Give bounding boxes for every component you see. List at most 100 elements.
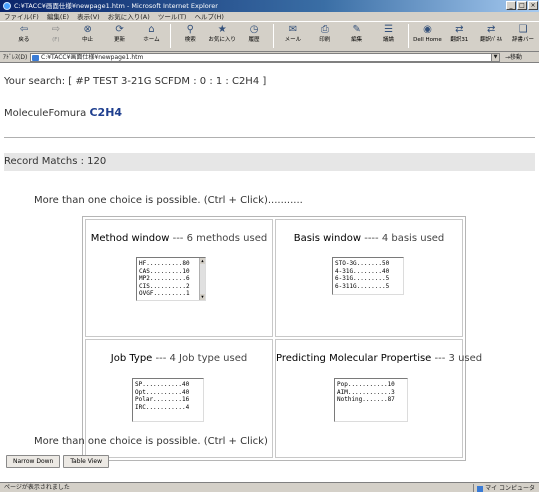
method-panel: Method window --- 6 methods used HF.....… bbox=[85, 219, 273, 337]
formula-label: MoleculeFomura bbox=[4, 108, 87, 119]
list-option[interactable]: Opt..........40 bbox=[135, 389, 201, 397]
toolbar-button-translate[interactable]: ⇄ 翻訳31 bbox=[443, 22, 475, 50]
toolbar-button-dictionary[interactable]: ❑ 辞書バー bbox=[507, 22, 539, 50]
basis-count: ---- 4 basis used bbox=[364, 233, 445, 244]
toolbar-button-history[interactable]: ◷ 履歴 bbox=[238, 22, 270, 50]
toolbar-label: メール bbox=[284, 37, 302, 43]
menu-view[interactable]: 表示(V) bbox=[77, 13, 100, 21]
record-matchs-bar: Record Matchs : 120 bbox=[4, 153, 535, 171]
toolbar-label: 検索 bbox=[184, 37, 196, 43]
discuss-icon: ☰ bbox=[384, 24, 394, 35]
address-dropdown-icon[interactable]: ▼ bbox=[491, 54, 499, 61]
list-option[interactable]: AIM............3 bbox=[337, 389, 405, 397]
dell-home-icon: ◉ bbox=[423, 24, 432, 35]
toolbar-label: 翻訳ﾊﾟﾈﾙ bbox=[480, 37, 503, 43]
menu-favorites[interactable]: お気に入り(A) bbox=[108, 13, 150, 21]
scroll-up-icon[interactable]: ▲ bbox=[200, 258, 205, 264]
selection-hint-top: More than one choice is possible. (Ctrl … bbox=[34, 195, 303, 206]
list-option[interactable]: Pop...........10 bbox=[337, 381, 405, 389]
menu-tools[interactable]: ツール(T) bbox=[158, 13, 187, 21]
menu-help[interactable]: ヘルプ(H) bbox=[195, 13, 224, 21]
list-option[interactable]: IRC...........4 bbox=[135, 404, 201, 412]
toolbar-button-print[interactable]: ⎙ 印刷 bbox=[309, 22, 341, 50]
go-button[interactable]: →移動 bbox=[505, 52, 522, 63]
toolbar-button-home[interactable]: ⌂ ホーム bbox=[136, 22, 168, 50]
mail-icon: ✉ bbox=[288, 24, 298, 35]
toolbar-button-edit[interactable]: ✎ 編集 bbox=[341, 22, 373, 50]
search-summary: Your search: [ #P TEST 3-21G SCFDM : 0 :… bbox=[4, 76, 267, 87]
basis-title: Basis window bbox=[293, 233, 362, 244]
history-icon: ◷ bbox=[249, 24, 259, 35]
menu-file[interactable]: ファイル(F) bbox=[4, 13, 39, 21]
minimize-button[interactable]: _ bbox=[506, 1, 516, 10]
address-bar: ｱﾄﾞﾚｽ(D) C:¥TACC¥画面仕様¥newpage1.htm ▼ →移動 bbox=[0, 52, 539, 63]
toolbar-button-refresh[interactable]: ⟳ 更新 bbox=[104, 22, 136, 50]
toolbar-button-discuss[interactable]: ☰ 議論 bbox=[373, 22, 405, 50]
status-bar: ページが表示されました マイ コンピュータ bbox=[0, 482, 539, 492]
list-option[interactable]: 6-311G........5 bbox=[335, 283, 401, 291]
predict-title: Predicting Molecular Propertise bbox=[276, 353, 432, 364]
selection-grid: Method window --- 6 methods used HF.....… bbox=[82, 216, 482, 461]
toolbar-button-forward-arrow[interactable]: ⇨ (F) bbox=[40, 22, 72, 50]
list-option[interactable]: MP2..........6 bbox=[139, 275, 203, 283]
list-option[interactable]: CAS.........10 bbox=[139, 268, 203, 276]
list-option[interactable]: STO-3G.......50 bbox=[335, 260, 401, 268]
narrow-down-button[interactable]: Narrow Down bbox=[6, 455, 61, 468]
list-option[interactable]: 4-31G........40 bbox=[335, 268, 401, 276]
list-option[interactable]: OVGF.........1 bbox=[139, 290, 203, 298]
toolbar-button-dell-home[interactable]: ◉ Dell Home bbox=[412, 22, 444, 50]
basis-header: Basis window ---- 4 basis used bbox=[276, 233, 462, 244]
toolbar-separator bbox=[170, 24, 172, 48]
predict-count: --- 3 used bbox=[434, 353, 483, 364]
close-button[interactable]: × bbox=[528, 1, 538, 10]
dictionary-icon: ❑ bbox=[518, 24, 528, 35]
list-option[interactable]: SP...........40 bbox=[135, 381, 201, 389]
print-icon: ⎙ bbox=[320, 24, 329, 35]
status-text: ページが表示されました bbox=[4, 484, 70, 491]
toolbar-button-stop[interactable]: ⊗ 中止 bbox=[72, 22, 104, 50]
method-scrollbar[interactable]: ▲ ▼ bbox=[199, 258, 205, 300]
window-controls: _ □ × bbox=[506, 1, 538, 10]
toolbar-button-mail[interactable]: ✉ メール bbox=[277, 22, 309, 50]
toolbar-label: (F) bbox=[52, 37, 60, 43]
toolbar-label: 履歴 bbox=[248, 37, 260, 43]
translate-icon: ⇄ bbox=[455, 24, 464, 35]
ie-logo-icon bbox=[3, 2, 11, 10]
toolbar-label: 議論 bbox=[383, 37, 395, 43]
predict-panel: Predicting Molecular Propertise --- 3 us… bbox=[275, 339, 482, 458]
predict-listbox[interactable]: Pop...........10 AIM............3 Nothing.… bbox=[334, 378, 408, 422]
toolbar-button-favorites[interactable]: ★ お気に入り bbox=[206, 22, 238, 50]
molecule-formula-line: MoleculeFomura C2H4 bbox=[4, 106, 122, 119]
job-type-listbox[interactable]: SP...........40 Opt..........40 Polar.....… bbox=[132, 378, 204, 422]
toolbar-label: 編集 bbox=[351, 37, 363, 43]
toolbar-button-search[interactable]: ⚲ 検索 bbox=[174, 22, 206, 50]
method-listbox[interactable]: HF..........80 CAS.........10 MP2.........… bbox=[136, 257, 206, 301]
basis-panel: Basis window ---- 4 basis used STO-3G...… bbox=[275, 219, 463, 337]
page-content: Your search: [ #P TEST 3-21G SCFDM : 0 :… bbox=[0, 63, 539, 482]
computer-icon bbox=[477, 485, 484, 492]
list-option[interactable]: 6-31G.........5 bbox=[335, 275, 401, 283]
toolbar-label: ホーム bbox=[143, 37, 160, 43]
scroll-down-icon[interactable]: ▼ bbox=[200, 294, 205, 300]
list-option[interactable]: CIS..........2 bbox=[139, 283, 203, 291]
menu-edit[interactable]: 編集(E) bbox=[47, 13, 69, 21]
toolbar-button-translate-page[interactable]: ⇄ 翻訳ﾊﾟﾈﾙ bbox=[475, 22, 507, 50]
list-option[interactable]: Polar........16 bbox=[135, 396, 201, 404]
table-view-button[interactable]: Table View bbox=[63, 455, 110, 468]
go-label: 移動 bbox=[510, 54, 523, 61]
record-matchs-text: Record Matchs : 120 bbox=[4, 156, 107, 167]
browser-toolbar: ⇦ 戻る ⇨ (F) ⊗ 中止 ⟳ 更新 ⌂ ホーム ⚲ 検索 ★ お気に入り ◷ 履歴 ✉ メール ⎙ 印刷 ✎ 編集 ☰… bbox=[0, 22, 539, 52]
job-type-header: Job Type --- 4 Job type used bbox=[86, 353, 272, 364]
maximize-button[interactable]: □ bbox=[517, 1, 527, 10]
basis-listbox[interactable]: STO-3G.......50 4-31G........40 6-31G.....… bbox=[332, 257, 404, 295]
toolbar-label: 中止 bbox=[82, 37, 94, 43]
address-input[interactable]: C:¥TACC¥画面仕様¥newpage1.htm ▼ bbox=[30, 53, 500, 62]
favorites-icon: ★ bbox=[217, 24, 227, 35]
toolbar-button-back-arrow[interactable]: ⇦ 戻る bbox=[8, 22, 40, 50]
toolbar-label: 翻訳31 bbox=[450, 37, 469, 43]
page-icon bbox=[32, 55, 39, 61]
menu-bar: ファイル(F) 編集(E) 表示(V) お気に入り(A) ツール(T) ヘルプ(… bbox=[0, 12, 539, 22]
list-option[interactable]: Nothing.......87 bbox=[337, 396, 405, 404]
list-option[interactable]: HF..........80 bbox=[139, 260, 203, 268]
toolbar-label: 印刷 bbox=[319, 37, 331, 43]
